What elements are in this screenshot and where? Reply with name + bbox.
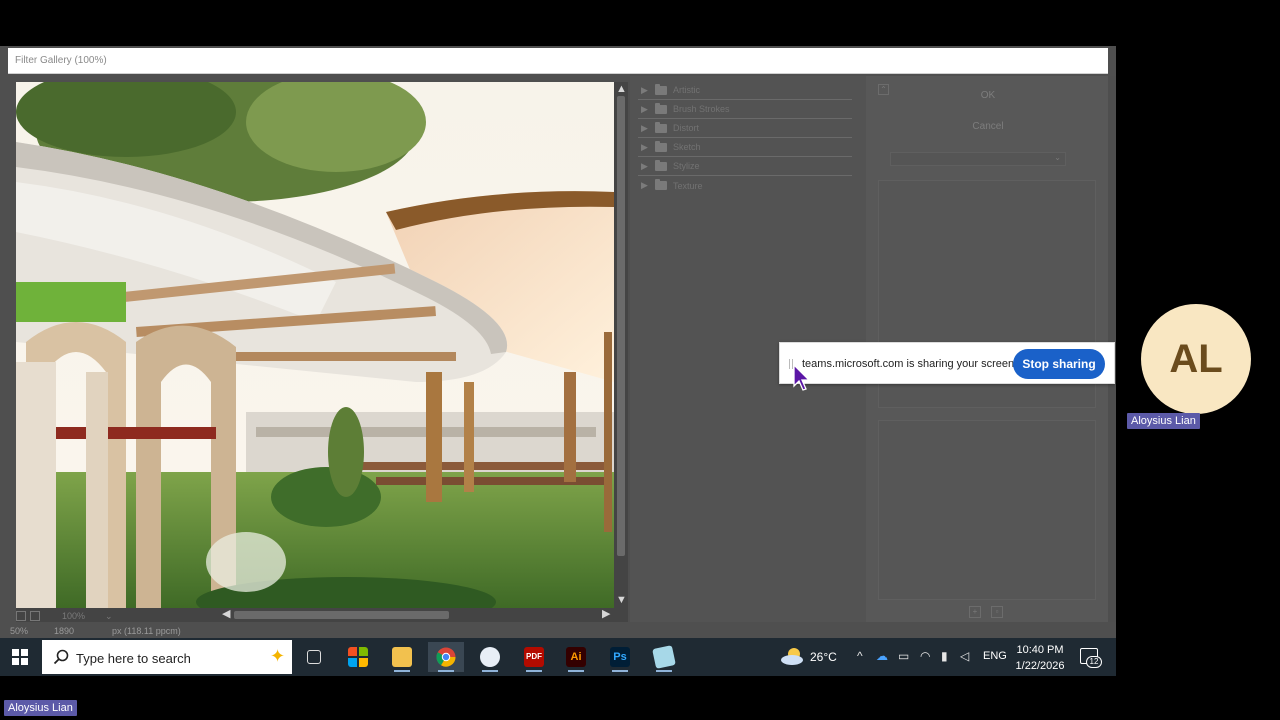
expand-triangle-icon: ▶	[641, 160, 648, 171]
expand-triangle-icon: ▶	[641, 180, 648, 190]
notepad-icon	[652, 645, 676, 669]
self-name-tag: Aloysius Lian	[4, 700, 77, 716]
zoom-controls: 100% ⌄	[16, 610, 113, 622]
filter-category-label: Brush Strokes	[673, 104, 730, 114]
photoshop-icon: Ps	[610, 647, 630, 667]
weather-cloud-icon	[781, 648, 803, 665]
volume-icon[interactable]: ◁	[960, 650, 969, 662]
task-view-icon	[307, 650, 321, 664]
wifi-icon[interactable]: ◠	[920, 650, 930, 662]
chevron-down-icon: ⌄	[1054, 153, 1061, 162]
taskbar-app-store[interactable]	[340, 642, 376, 672]
chevron-up-icon[interactable]: ^	[857, 650, 863, 662]
filter-category-label: Texture	[673, 180, 703, 191]
zoom-in-icon[interactable]	[30, 611, 40, 621]
folder-icon	[655, 102, 667, 114]
vertical-scroll-thumb[interactable]	[617, 96, 625, 556]
scroll-up-icon[interactable]: ▲	[616, 84, 627, 95]
filter-gallery-titlebar[interactable]: Filter Gallery (100%)	[8, 48, 1108, 74]
clock-time: 10:40 PM	[1016, 644, 1064, 656]
filter-category-label: Distort	[673, 123, 700, 133]
trash-icon[interactable]: ▫	[991, 606, 1003, 618]
search-placeholder: Type here to search	[76, 651, 191, 666]
filter-category-label: Stylize	[673, 161, 700, 171]
filter-category-sketch[interactable]: ▶ Sketch	[638, 138, 852, 157]
horizontal-scroll-thumb[interactable]	[234, 611, 449, 619]
input-language[interactable]: ENG	[983, 650, 1007, 662]
architecture-render	[16, 82, 614, 608]
taskbar-app-illustrator[interactable]: Ai	[558, 642, 594, 672]
taskbar-app-paint[interactable]	[472, 642, 508, 672]
folder-icon	[655, 83, 667, 95]
filter-category-brush-strokes[interactable]: ▶ Brush Strokes	[638, 100, 852, 119]
zoom-out-icon[interactable]	[16, 611, 26, 621]
participant-name-tag: Aloysius Lian	[1127, 413, 1200, 429]
taskbar-search-box[interactable]: Type here to search ✦	[42, 640, 292, 674]
microsoft-store-icon	[348, 647, 368, 667]
scroll-down-icon[interactable]: ▼	[616, 595, 627, 606]
folder-icon	[655, 159, 667, 171]
mouse-cursor-icon	[793, 364, 811, 391]
stop-sharing-button[interactable]: Stop sharing	[1013, 349, 1105, 379]
microphone-icon[interactable]: ▮	[941, 650, 948, 662]
folder-icon	[655, 140, 667, 152]
scroll-right-icon[interactable]: ▶	[602, 609, 610, 620]
folder-icon	[655, 121, 667, 133]
filter-category-artistic[interactable]: ▶ Artistic	[638, 81, 852, 100]
scroll-left-icon[interactable]: ◀	[222, 609, 230, 620]
folder-icon	[392, 647, 412, 667]
filter-category-texture[interactable]: ▶ Texture	[638, 176, 852, 195]
filter-select-dropdown[interactable]: ⌄	[890, 152, 1066, 166]
document-status-row: 50% 1890 px (118.11 ppcm)	[0, 626, 720, 638]
expand-triangle-icon: ▶	[641, 84, 648, 95]
filter-category-label: Artistic	[673, 85, 700, 95]
cancel-button[interactable]: Cancel	[924, 116, 1052, 138]
taskbar-app-file-explorer[interactable]	[384, 642, 420, 672]
windows-start-icon[interactable]	[12, 649, 28, 665]
battery-icon[interactable]: ▭	[898, 650, 909, 662]
screen-share-banner: teams.microsoft.com is sharing your scre…	[779, 342, 1115, 384]
ok-button[interactable]: OK	[924, 85, 1052, 107]
effect-layers-list	[878, 420, 1096, 600]
windows-taskbar: Type here to search ✦ PDF Ai Ps 26°C ^ ☁…	[0, 638, 1116, 676]
system-clock[interactable]: 10:40 PM 1/22/2026	[1013, 642, 1067, 674]
clock-date: 1/22/2026	[1015, 660, 1065, 672]
expand-triangle-icon: ▶	[641, 122, 648, 133]
participant-avatar[interactable]: AL	[1141, 304, 1251, 414]
search-highlight-icon[interactable]: ✦	[270, 646, 285, 667]
weather-widget[interactable]: 26°C	[780, 646, 837, 668]
zoom-value[interactable]: 100%	[62, 611, 85, 621]
document-width: 1890	[54, 626, 75, 636]
filter-category-distort[interactable]: ▶ Distort	[638, 119, 852, 138]
taskbar-app-photoshop[interactable]: Ps	[602, 642, 638, 672]
document-resolution: px (118.11 ppcm)	[112, 626, 181, 636]
weather-temperature: 26°C	[810, 650, 837, 664]
folder-icon	[655, 179, 667, 190]
acrobat-icon: PDF	[524, 647, 544, 667]
taskbar-app-notepad[interactable]	[646, 642, 682, 672]
share-message: teams.microsoft.com is sharing your scre…	[802, 358, 1018, 370]
taskbar-app-chrome[interactable]	[428, 642, 464, 672]
paint-icon	[480, 647, 500, 667]
taskbar-app-acrobat[interactable]: PDF	[516, 642, 552, 672]
filter-category-label: Sketch	[673, 142, 701, 152]
filter-category-stylize[interactable]: ▶ Stylize	[638, 157, 852, 176]
chevron-down-icon[interactable]: ⌄	[105, 611, 113, 622]
task-view-button[interactable]	[296, 642, 332, 672]
new-layer-icon[interactable]: +	[969, 606, 981, 618]
illustrator-icon: Ai	[566, 647, 586, 667]
expand-triangle-icon: ▶	[641, 141, 648, 152]
window-title: Filter Gallery (100%)	[15, 55, 107, 66]
filter-preview-image[interactable]	[16, 82, 614, 608]
collapse-icon[interactable]: ⌃	[878, 84, 889, 95]
onedrive-icon[interactable]: ☁	[876, 650, 888, 662]
expand-triangle-icon: ▶	[641, 103, 648, 114]
chrome-icon	[436, 647, 456, 667]
notification-badge: 12	[1086, 656, 1102, 668]
preview-vertical-scrollbar[interactable]: ▲ ▼	[614, 82, 628, 608]
meeting-stage: Filter Gallery (100%) ▲ ▼ ◀ ▶ 100% ⌄ ▶ A…	[0, 0, 1280, 720]
search-icon	[53, 649, 69, 665]
document-zoom: 50%	[10, 626, 29, 636]
